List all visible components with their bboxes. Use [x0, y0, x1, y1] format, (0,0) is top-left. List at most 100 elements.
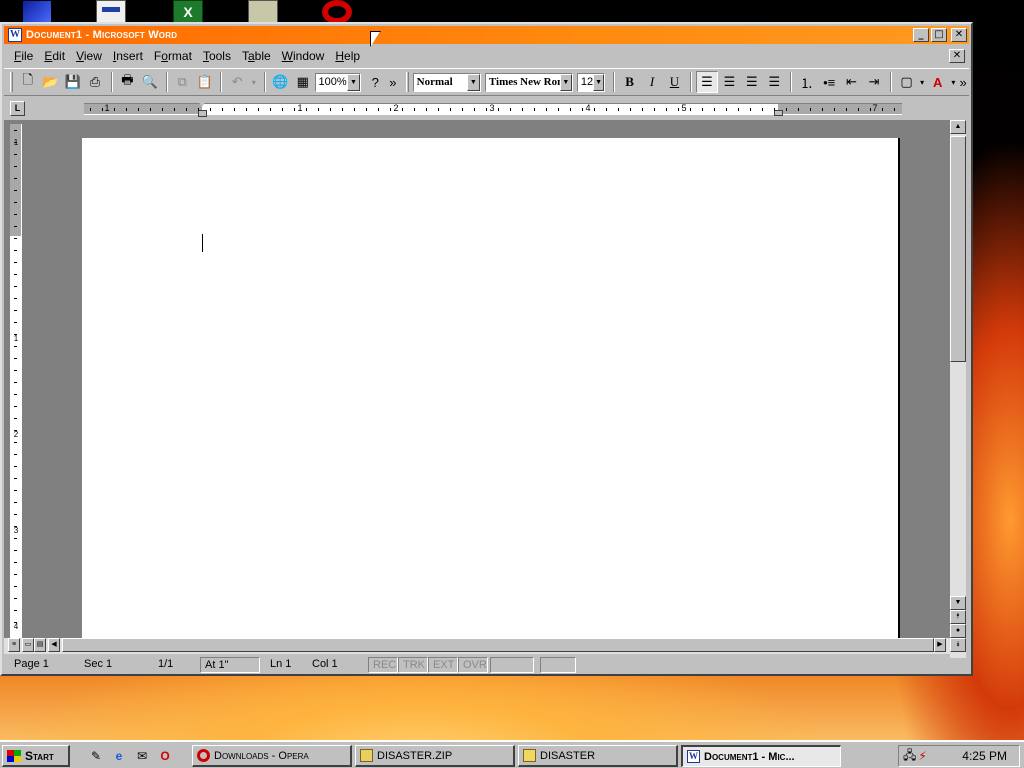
- font-color-button[interactable]: A: [927, 71, 948, 93]
- zoom-combo[interactable]: 100% ▼: [314, 72, 361, 92]
- font-combo[interactable]: Times New Ron ▼: [484, 72, 573, 92]
- bullets-icon[interactable]: •≡: [818, 71, 839, 93]
- select-browse-object-button[interactable]: ●: [950, 624, 966, 638]
- scroll-up-button[interactable]: ▲: [950, 120, 966, 134]
- satellite-desktop-icon[interactable]: [22, 0, 52, 24]
- scroll-left-button[interactable]: ◀: [48, 638, 60, 652]
- menu-file[interactable]: File: [14, 49, 33, 63]
- insert-table-icon[interactable]: ▦: [292, 71, 313, 93]
- scroll-down-button[interactable]: ▼: [950, 596, 966, 610]
- new-document-icon[interactable]: 🗋: [17, 71, 38, 93]
- decrease-indent-icon[interactable]: ⇤: [841, 71, 862, 93]
- vertical-scrollbar[interactable]: ▲ ▼ ⯭ ● ⯯: [950, 120, 966, 658]
- document-page[interactable]: [82, 138, 900, 638]
- menu-tools[interactable]: Tools: [203, 49, 231, 63]
- task-downloads-opera[interactable]: Downloads - Opera: [192, 745, 352, 767]
- clock[interactable]: 4:25 PM: [962, 749, 1007, 763]
- right-indent-marker[interactable]: [774, 110, 783, 116]
- increase-indent-icon[interactable]: ⇥: [863, 71, 884, 93]
- menu-table[interactable]: Table: [242, 49, 271, 63]
- font-size-dropdown-arrow[interactable]: ▼: [593, 73, 604, 91]
- menu-help[interactable]: Help: [335, 49, 360, 63]
- document-close-button[interactable]: ✕: [949, 49, 965, 63]
- scroll-right-button[interactable]: ▶: [934, 638, 946, 652]
- opera-desktop-icon[interactable]: [322, 0, 352, 24]
- toolbar-more-icon[interactable]: »: [387, 71, 399, 93]
- style-combo[interactable]: Normal ▼: [412, 72, 481, 92]
- network-tray-icon[interactable]: 🖧: [903, 746, 916, 767]
- antivirus-tray-icon[interactable]: ⚡: [918, 749, 926, 763]
- word-doc-icon[interactable]: W: [8, 28, 22, 42]
- italic-button[interactable]: I: [641, 71, 662, 93]
- undo-icon[interactable]: ↶: [226, 71, 247, 93]
- open-folder-icon[interactable]: 📂: [39, 71, 60, 93]
- vruler-tick: [14, 190, 17, 191]
- status-ovr[interactable]: OVR: [458, 657, 488, 673]
- format-toolbar-more-icon[interactable]: »: [958, 71, 968, 93]
- menu-edit[interactable]: Edit: [44, 49, 65, 63]
- outlook-icon[interactable]: ✉: [134, 748, 150, 764]
- menu-format[interactable]: Format: [154, 49, 192, 63]
- format-toolbar-grip[interactable]: [405, 72, 409, 92]
- start-button[interactable]: Start: [2, 745, 70, 767]
- task-document1-word[interactable]: W Document1 - Mic...: [681, 745, 841, 767]
- status-ext[interactable]: EXT: [428, 657, 458, 673]
- align-center-icon[interactable]: ☰: [719, 71, 740, 93]
- next-page-button[interactable]: ⯯: [950, 638, 966, 652]
- font-color-dropdown-icon[interactable]: ▾: [949, 71, 957, 93]
- vertical-scroll-thumb[interactable]: [950, 136, 966, 362]
- undo-dropdown-icon[interactable]: ▾: [249, 71, 259, 93]
- menu-window[interactable]: Window: [282, 49, 325, 63]
- align-left-icon[interactable]: ☰: [696, 71, 718, 93]
- close-button[interactable]: ✕: [951, 28, 967, 42]
- normal-view-button[interactable]: ≡: [8, 638, 20, 652]
- style-dropdown-arrow[interactable]: ▼: [466, 73, 480, 91]
- excel-desktop-icon[interactable]: X: [173, 0, 203, 24]
- print-icon[interactable]: 🖶: [117, 71, 138, 93]
- borders-icon[interactable]: ▢: [896, 71, 917, 93]
- save-icon[interactable]: 💾: [62, 71, 83, 93]
- title-bar[interactable]: W Document1 - Microsoft Word _ □ ✕: [4, 26, 969, 44]
- borders-dropdown-icon[interactable]: ▾: [918, 71, 926, 93]
- menu-view[interactable]: View: [76, 49, 102, 63]
- vruler-tick: [14, 370, 17, 371]
- status-trk[interactable]: TRK: [398, 657, 428, 673]
- horizontal-ruler[interactable]: 1 1 2 3 4 5 7: [84, 101, 902, 117]
- show-desktop-icon[interactable]: ✎: [88, 748, 104, 764]
- left-indent-marker[interactable]: [198, 110, 207, 117]
- vertical-ruler[interactable]: 1 1 2 3 4: [10, 124, 22, 638]
- numbering-icon[interactable]: ⒈: [796, 71, 817, 93]
- web-hyperlink-icon[interactable]: 🌐: [270, 71, 291, 93]
- maximize-button[interactable]: □: [931, 28, 947, 42]
- printer-desktop-icon[interactable]: [96, 0, 126, 24]
- web-layout-view-button[interactable]: ▭: [22, 638, 34, 652]
- horizontal-scroll-thumb[interactable]: [62, 638, 934, 652]
- status-rec[interactable]: REC: [368, 657, 398, 673]
- align-right-icon[interactable]: ☰: [741, 71, 762, 93]
- help-icon[interactable]: ?: [365, 71, 386, 93]
- vruler-tick: [14, 322, 17, 323]
- previous-page-button[interactable]: ⯭: [950, 610, 966, 624]
- print-layout-view-button[interactable]: ▤: [34, 638, 46, 652]
- opera-quicklaunch-icon[interactable]: O: [157, 748, 173, 764]
- permission-icon[interactable]: ⎙: [84, 71, 105, 93]
- tab-selector[interactable]: L: [10, 101, 25, 116]
- first-line-indent-marker[interactable]: [198, 101, 206, 107]
- copy-icon[interactable]: ⧉: [172, 71, 193, 93]
- underline-button[interactable]: U: [664, 71, 685, 93]
- justify-icon[interactable]: ☰: [764, 71, 785, 93]
- toolbar-grip[interactable]: [10, 72, 13, 92]
- task-disaster-folder[interactable]: DISASTER: [518, 745, 678, 767]
- task-disaster-zip[interactable]: DISASTER.ZIP: [355, 745, 515, 767]
- menu-insert[interactable]: Insert: [113, 49, 143, 63]
- internet-explorer-icon[interactable]: e: [111, 748, 127, 764]
- clock-desktop-icon[interactable]: [248, 0, 278, 24]
- print-preview-icon[interactable]: 🔍: [139, 71, 160, 93]
- bold-button[interactable]: B: [619, 71, 640, 93]
- zoom-dropdown-arrow[interactable]: ▼: [347, 73, 360, 91]
- minimize-button[interactable]: _: [913, 28, 929, 42]
- horizontal-scrollbar[interactable]: ≡ ▭ ▤ ◀ ▶: [4, 638, 950, 654]
- font-size-combo[interactable]: 12 ▼: [576, 72, 605, 92]
- font-dropdown-arrow[interactable]: ▼: [559, 73, 572, 91]
- paste-icon[interactable]: 📋: [194, 71, 215, 93]
